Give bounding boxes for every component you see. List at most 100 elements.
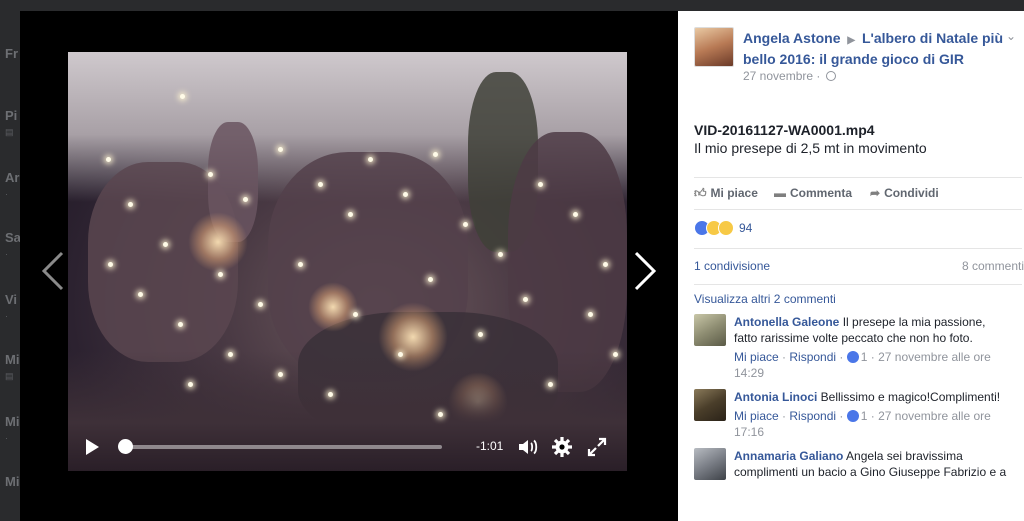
- video-light: [573, 212, 578, 217]
- video-light: [218, 272, 223, 277]
- comment-like-link[interactable]: Mi piace: [734, 409, 779, 423]
- video-light: [353, 312, 358, 317]
- bg-sidebar-item: Sa ·: [5, 230, 21, 259]
- chevron-right-icon[interactable]: [630, 249, 660, 293]
- comment-text: Antonella Galeone Il presepe la mia pass…: [734, 314, 1012, 346]
- media-viewer: -1:01: [20, 11, 678, 521]
- video-controls: -1:01: [68, 429, 627, 471]
- share-count[interactable]: 1 condivisione: [694, 259, 770, 273]
- view-more-comments-link[interactable]: Visualizza altri 2 commenti: [694, 292, 836, 306]
- video-light: [178, 322, 183, 327]
- video-light: [498, 252, 503, 257]
- post-date[interactable]: 27 novembre: [743, 69, 813, 83]
- commenter-name[interactable]: Antonella Galeone: [734, 315, 839, 329]
- like-button[interactable]: 👍︎ Mi piace: [694, 186, 758, 201]
- video-light: [438, 412, 443, 417]
- comment-count[interactable]: 8 commenti: [962, 259, 1024, 273]
- comment-text: Antonia Linoci Bellissimo e magico!Compl…: [734, 389, 1012, 405]
- video-light: [228, 352, 233, 357]
- video-light: [538, 182, 543, 187]
- video-light: [403, 192, 408, 197]
- post-header: Angela Astone ▶ L'albero di Natale più b…: [743, 29, 1008, 69]
- thumbs-up-icon: 👍︎: [694, 186, 707, 200]
- author-avatar[interactable]: [694, 27, 734, 67]
- video-light: [163, 242, 168, 247]
- video-light: [613, 352, 618, 357]
- bg-sidebar-item: Ar ·: [5, 170, 20, 199]
- comment-like-link[interactable]: Mi piace: [734, 350, 779, 364]
- video-light: [108, 262, 113, 267]
- commenter-name[interactable]: Antonia Linoci: [734, 390, 817, 404]
- share-button[interactable]: ➦ Condividi: [870, 186, 939, 200]
- video-light: [398, 352, 403, 357]
- post-panel: Angela Astone ▶ L'albero di Natale più b…: [678, 11, 1024, 521]
- video-light: [588, 312, 593, 317]
- bg-sidebar-item: Mi ·: [5, 414, 20, 443]
- video-progress-bar[interactable]: [125, 445, 442, 449]
- video-light: [138, 292, 143, 297]
- video-light: [433, 152, 438, 157]
- video-glow: [188, 212, 248, 272]
- video-frame[interactable]: [68, 52, 627, 471]
- video-light: [318, 182, 323, 187]
- video-glow: [308, 282, 358, 332]
- post-title: VID-20161127-WA0001.mp4: [694, 122, 875, 138]
- video-light: [106, 157, 111, 162]
- comment-icon: ▬: [774, 186, 786, 200]
- background-sidebar: Fr Pi ▤ Ar · Sa · Vi · Mi ▤ Mi · Mi: [0, 0, 21, 521]
- comment-reply-link[interactable]: Rispondi: [789, 350, 836, 364]
- fullscreen-icon[interactable]: [585, 435, 609, 459]
- share-icon: ➦: [870, 186, 881, 200]
- divider: [694, 248, 1022, 249]
- post-body: Il mio presepe di 2,5 mt in movimento: [694, 140, 927, 156]
- globe-icon: [825, 71, 836, 81]
- video-light: [603, 262, 608, 267]
- post-meta: 27 novembre ·: [743, 69, 836, 83]
- video-light: [298, 262, 303, 267]
- volume-icon[interactable]: [516, 435, 540, 459]
- video-light: [428, 277, 433, 282]
- like-badge-icon: [846, 351, 859, 363]
- video-light: [128, 202, 133, 207]
- chevron-down-icon[interactable]: ⌄: [1006, 29, 1016, 43]
- reactions-count[interactable]: 94: [739, 221, 752, 235]
- bg-sidebar-item: Fr: [5, 46, 18, 61]
- commenter-name[interactable]: Annamaria Galiano: [734, 449, 843, 463]
- video-light: [180, 94, 185, 99]
- arrow-right-icon: ▶: [847, 35, 856, 46]
- author-name[interactable]: Angela Astone: [743, 30, 841, 46]
- video-light: [548, 382, 553, 387]
- video-light: [523, 297, 528, 302]
- bg-sidebar-item: Mi: [5, 474, 20, 489]
- divider: [694, 177, 1022, 178]
- video-light: [278, 372, 283, 377]
- comment-meta: Mi piace · Rispondi · 1 · 27 novembre al…: [734, 350, 991, 380]
- video-light: [368, 157, 373, 162]
- like-badge-icon: [846, 410, 859, 422]
- bg-sidebar-item: Mi ▤: [5, 352, 20, 381]
- settings-gear-icon[interactable]: [550, 435, 574, 459]
- comment-text: Annamaria Galiano Angela sei bravissima …: [734, 448, 1012, 480]
- commenter-avatar[interactable]: [694, 314, 726, 346]
- meta-separator: ·: [816, 69, 821, 83]
- play-icon[interactable]: [86, 439, 99, 455]
- video-progress-handle[interactable]: [117, 439, 133, 454]
- divider: [694, 284, 1022, 285]
- comment-likes[interactable]: 1: [861, 350, 868, 364]
- commenter-avatar[interactable]: [694, 448, 726, 480]
- comment-button[interactable]: ▬ Commenta: [774, 186, 852, 200]
- post-actions: 👍︎ Mi piace ▬ Commenta ➦ Condividi: [694, 183, 1014, 205]
- video-light: [278, 147, 283, 152]
- video-light: [258, 302, 263, 307]
- video-light: [463, 222, 468, 227]
- comment-likes[interactable]: 1: [861, 409, 868, 423]
- chevron-left-icon[interactable]: [38, 249, 68, 293]
- comment-body: Bellissimo e magico!Complimenti!: [820, 390, 1001, 404]
- bg-sidebar-item: Pi ▤: [5, 108, 18, 137]
- video-light: [208, 172, 213, 177]
- divider: [694, 209, 1022, 210]
- comment-reply-link[interactable]: Rispondi: [789, 409, 836, 423]
- sad-reaction-icon: [718, 220, 734, 236]
- commenter-avatar[interactable]: [694, 389, 726, 421]
- comment-meta: Mi piace · Rispondi · 1 · 27 novembre al…: [734, 409, 991, 439]
